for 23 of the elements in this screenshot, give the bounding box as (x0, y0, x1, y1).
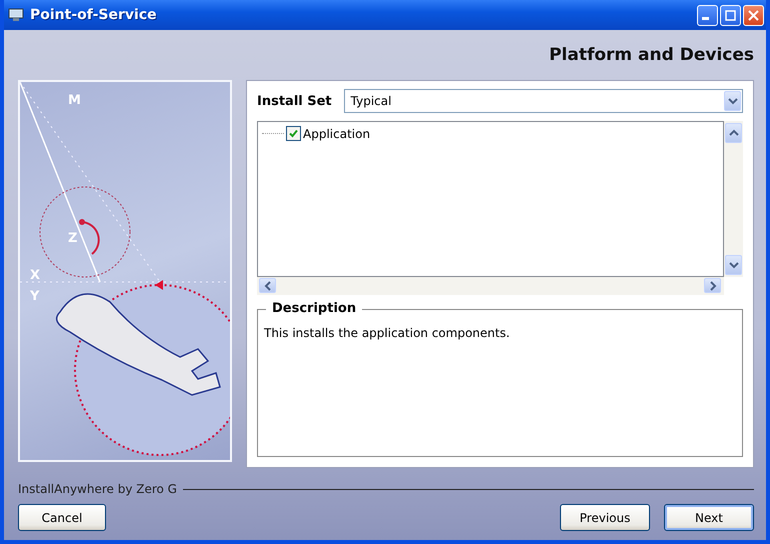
description-title: Description (266, 301, 362, 316)
minimize-button[interactable] (697, 4, 718, 26)
close-icon (748, 10, 759, 20)
vertical-scrollbar[interactable] (724, 121, 743, 277)
maximize-button[interactable] (720, 4, 741, 26)
checkbox[interactable] (286, 126, 301, 141)
dialog-button[interactable]: Next (664, 504, 754, 531)
tree-item-label[interactable]: Application (303, 126, 370, 140)
minimize-icon (702, 16, 709, 20)
monitor-icon (8, 8, 24, 22)
checkmark-icon (288, 128, 299, 139)
install-set-dropdown[interactable]: Typical (344, 89, 743, 113)
horizontal-scrollbar[interactable] (257, 277, 724, 295)
window-title: Point-of-Service (30, 7, 158, 23)
maximize-icon (725, 10, 736, 20)
wrench-globe-drawing: M Z X Y (20, 82, 230, 456)
vendor-label: InstallAnywhere by Zero G (18, 482, 177, 496)
install-set-label: Install Set (257, 94, 332, 108)
page-title: Platform and Devices (549, 45, 754, 65)
close-button[interactable] (743, 4, 764, 26)
dialog-button[interactable]: Cancel (18, 504, 106, 531)
dialog-button[interactable]: Previous (560, 504, 650, 531)
description-text: This installs the application components. (264, 326, 511, 340)
